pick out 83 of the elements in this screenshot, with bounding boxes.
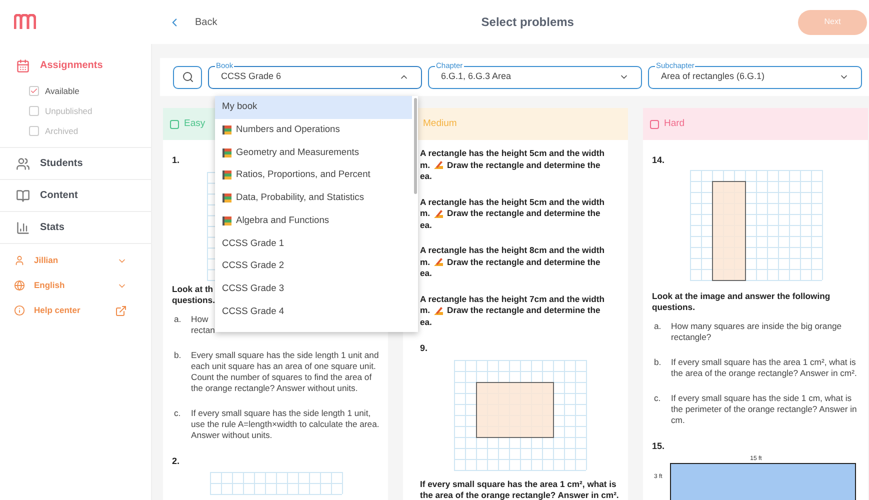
- nav-icon: [16, 220, 30, 234]
- difficulty-label: Medium: [423, 116, 457, 131]
- problem-number: 14.: [652, 154, 665, 167]
- nav-item[interactable]: Students: [0, 148, 151, 179]
- menu-item[interactable]: CCSS Grade 1: [215, 232, 412, 255]
- filter-label: Available: [45, 84, 80, 98]
- menu-item[interactable]: CCSS Grade 2: [215, 254, 412, 278]
- task-text: ea.: [420, 268, 432, 280]
- books-icon: [222, 216, 232, 226]
- logo-icon: [14, 14, 36, 30]
- nav-item[interactable]: Stats: [0, 212, 151, 243]
- globe-icon: [14, 280, 25, 291]
- task-text: ea.: [420, 171, 432, 182]
- task-text: Draw the rectangle and determine the: [447, 256, 600, 268]
- task-text: A rectangle has the height 5cm and the width: [420, 196, 604, 208]
- item-letter: b.: [654, 356, 662, 368]
- external-link-icon: [115, 304, 127, 316]
- books-icon: [222, 193, 232, 204]
- task-text: m.: [420, 208, 430, 220]
- task-text: A rectangle has the height 8cm and the width: [420, 245, 604, 256]
- task-text: ea.: [420, 316, 432, 328]
- nav-icon: [16, 58, 30, 72]
- question-text: rectan: [191, 324, 215, 336]
- menu-item[interactable]: Algebra and Functions: [215, 209, 412, 232]
- filter-label: Unpublished: [45, 104, 92, 118]
- scrollbar[interactable]: [414, 98, 417, 194]
- task-text: A rectangle has the height 7cm and the width: [420, 294, 604, 305]
- nav-icon: [16, 188, 30, 202]
- books-icon: [222, 125, 232, 136]
- search-button[interactable]: [173, 66, 202, 88]
- pencil-icon: [433, 208, 444, 219]
- problem-prompt: questions.: [172, 294, 215, 306]
- checkbox[interactable]: [650, 120, 659, 128]
- nav-item[interactable]: Content: [0, 180, 151, 211]
- item-letter: a.: [174, 314, 182, 326]
- task-text: Draw the rectangle and determine the: [447, 305, 600, 316]
- difficulty-label: Easy: [184, 116, 206, 131]
- menu-item[interactable]: CCSS Grade 4: [215, 300, 412, 323]
- problem-number: 1.: [172, 154, 180, 167]
- item-letter: a.: [654, 320, 662, 332]
- task-text: Draw the rectangle and determine the: [447, 208, 600, 220]
- item-letter: c.: [174, 408, 182, 420]
- task-text: m.: [420, 305, 430, 316]
- task-text: A rectangle has the height 5cm and the width: [420, 148, 604, 160]
- pencil-icon: [433, 306, 444, 316]
- menu-item[interactable]: My book: [215, 96, 412, 119]
- books-icon: [222, 148, 232, 158]
- task-text: Draw the rectangle and determine the: [447, 160, 600, 171]
- search-icon: [182, 71, 194, 83]
- problem-prompt: Look at the image and answer the following questions.: [652, 290, 832, 312]
- nav-icon: [16, 156, 30, 170]
- problem-prompt: If every small square has the area 1 cm², what is the area of the orange rectangle? Answer in cm².: [420, 478, 620, 500]
- check-icon: [30, 87, 38, 95]
- menu-item[interactable]: Geometry and Measurements: [215, 141, 412, 164]
- task-text: m.: [420, 160, 430, 171]
- pencil-icon: [433, 160, 444, 170]
- question-text: How many squares are inside the big orange rectangle?: [671, 320, 843, 342]
- problem-prompt: Look at th: [172, 284, 214, 294]
- problem-number: 2.: [172, 454, 180, 468]
- books-icon: [222, 170, 232, 180]
- item-letter: c.: [654, 392, 662, 404]
- item-letter: b.: [174, 350, 182, 362]
- difficulty-label: Hard: [664, 116, 685, 131]
- menu-item[interactable]: CCSS Grade 3: [215, 278, 412, 300]
- pencil-icon: [433, 257, 444, 268]
- question-text: If every small square has the side length 1 unit, use the rule A=length×width to calculate the area. Answer without units.: [191, 408, 380, 440]
- user-icon: [14, 255, 25, 266]
- question-text: If every small square has the area 1 cm², what is the area of the orange rectangle? Answer in cm².: [671, 356, 858, 378]
- question-text: Every small square has the side length 1 unit and each unit square has an area of one square unit. Count the number of squares to find the area of the orange rectangle? Answer without units.: [191, 350, 380, 394]
- task-text: m.: [420, 256, 430, 268]
- info-icon: [14, 305, 25, 316]
- task-text: ea.: [420, 220, 432, 231]
- page-title: Select problems: [480, 14, 575, 31]
- checkbox[interactable]: [170, 120, 179, 128]
- problem-number: 15.: [652, 440, 665, 452]
- question-text: How: [191, 314, 208, 324]
- question-text: If every small square has the side 1 cm, what is the perimeter of the orange rectangle? Answer in cm.: [671, 392, 858, 426]
- problem-number: 9.: [420, 342, 428, 355]
- filter-label: Archived: [45, 124, 78, 138]
- back-button[interactable]: Back: [168, 14, 218, 30]
- checkbox[interactable]: [29, 86, 39, 96]
- menu-item[interactable]: Ratios, Proportions, and Percent: [215, 164, 412, 187]
- menu-item[interactable]: Data, Probability, and Statistics: [215, 186, 412, 210]
